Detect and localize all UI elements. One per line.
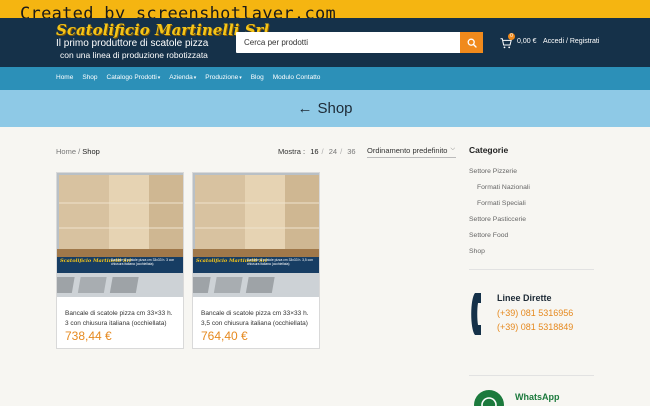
site-header: Scatolificio Martinelli Srl Il primo pro… (0, 18, 650, 67)
nav-list: Home Shop Catalogo Prodotti▾ Azienda▾ Produz… (56, 74, 320, 81)
category-item[interactable]: Shop (469, 244, 594, 260)
direct-lines-title: Linee Dirette (497, 293, 552, 303)
search-bar (236, 32, 483, 53)
nav-item-label: Blog (250, 74, 264, 81)
nav-item-label: Shop (82, 74, 98, 81)
image-banner-text: Bancale di scatole pizza cm 33x33 h. 3 c… (111, 258, 175, 266)
sidebar-divider (469, 375, 594, 376)
nav-item-azienda[interactable]: Azienda▾ (169, 74, 196, 81)
phone-number[interactable]: (+39) 081 5318849 (497, 322, 573, 332)
chevron-down-icon: ⌵ (450, 146, 455, 152)
per-page-option[interactable]: 24 (329, 147, 337, 156)
nav-item-produzione[interactable]: Produzione▾ (205, 74, 241, 81)
page-hero: ← Shop (0, 90, 650, 127)
cart-button[interactable]: 0 0,00 € (500, 33, 540, 49)
chevron-down-icon: ▾ (239, 75, 242, 81)
chevron-down-icon: ▾ (193, 75, 197, 81)
breadcrumb-separator: / (78, 147, 81, 156)
image-banner-text: Bancale di scatole pizza cm 33x33 h. 3,5… (247, 258, 313, 266)
whatsapp-glyph (481, 397, 497, 406)
nav-item-label: Produzione (205, 74, 239, 81)
product-price: 738,44 € (65, 329, 112, 343)
logo-subtitle: Il primo produttore di scatole pizza (56, 38, 209, 49)
page-title: ← Shop (297, 100, 352, 117)
categories-title: Categorie (469, 145, 509, 155)
breadcrumb-current: Shop (82, 147, 100, 156)
per-page-separator: / (340, 147, 343, 156)
cart-total: 0,00 € (517, 38, 537, 45)
nav-item-shop[interactable]: Shop (82, 74, 97, 81)
whatsapp-icon[interactable] (474, 390, 504, 406)
logo-subtitle-2: con una linea di produzione robotizzata (60, 50, 208, 60)
per-page-option[interactable]: 36 (347, 147, 355, 156)
product-image[interactable]: Scatolificio Martinelli Srl Bancale di s… (193, 173, 319, 297)
nav-item-label: Modulo Contatto (272, 74, 321, 81)
per-page-option[interactable]: 16 (310, 147, 318, 156)
product-name[interactable]: Bancale di scatole pizza cm 33×33 h. 3 c… (65, 309, 177, 329)
category-item[interactable]: Settore Pizzerie (469, 164, 594, 180)
page-title-text: Shop (317, 100, 353, 117)
product-image[interactable]: Scatolificio Martinelli Srl Bancale di s… (57, 173, 183, 297)
nav-item-catalogo-prodotti[interactable]: Catalogo Prodotti▾ (107, 74, 161, 81)
logo-title: Scatolificio Martinelli Srl (56, 21, 270, 39)
nav-item-home[interactable]: Home (56, 74, 73, 81)
site-logo[interactable]: Scatolificio Martinelli Srl Il primo pro… (56, 21, 270, 64)
search-icon (467, 38, 477, 48)
sidebar: Categorie Settore Pizzerie Formati Nazion… (469, 145, 594, 260)
nav-item-label: Home (56, 74, 74, 81)
per-page-separator: / (321, 147, 324, 156)
sidebar-divider (469, 269, 594, 270)
search-button[interactable] (460, 32, 483, 53)
nav-item-label: Catalogo Prodotti (106, 74, 157, 81)
breadcrumb-home[interactable]: Home (56, 147, 76, 156)
direct-lines-widget: Linee Dirette (+39) 081 5316956 (+39) 08… (469, 291, 594, 341)
product-card[interactable]: Scatolificio Martinelli Srl Bancale di s… (192, 172, 320, 349)
phone-icon (471, 293, 481, 335)
category-item[interactable]: Formati Nazionali (469, 180, 594, 196)
sort-value: Ordinamento predefinito (367, 146, 448, 155)
category-item[interactable]: Settore Pasticcerie (469, 212, 594, 228)
category-list: Settore Pizzerie Formati Nazionali Formati… (469, 164, 594, 260)
phone-number[interactable]: (+39) 081 5316956 (497, 308, 573, 318)
nav-item-label: Azienda (169, 74, 193, 81)
category-item[interactable]: Settore Food (469, 228, 594, 244)
nav-item-modulo-contatto[interactable]: Modulo Contatto (273, 74, 321, 81)
product-price: 764,40 € (201, 329, 248, 343)
main-nav: Home Shop Catalogo Prodotti▾ Azienda▾ Produz… (0, 67, 650, 90)
product-name[interactable]: Bancale di scatole pizza cm 33×33 h. 3,5… (201, 309, 313, 329)
breadcrumb: Home / Shop (56, 147, 100, 156)
arrow-left-icon[interactable]: ← (297, 100, 312, 117)
per-page-label: Mostra : (278, 147, 306, 156)
category-item[interactable]: Formati Speciali (469, 196, 594, 212)
nav-item-blog[interactable]: Blog (251, 74, 264, 81)
search-input[interactable] (236, 32, 460, 53)
chevron-down-icon: ▾ (157, 75, 161, 81)
product-card[interactable]: Scatolificio Martinelli Srl Bancale di s… (56, 172, 184, 349)
sort-select[interactable]: Ordinamento predefinito ⌵ (367, 141, 456, 158)
whatsapp-label[interactable]: WhatsApp (515, 392, 560, 402)
cart-count-badge: 0 (508, 33, 515, 40)
per-page-selector: Mostra : 16/ 24/ 36 (278, 147, 359, 156)
login-register-link[interactable]: Accedi / Registrati (543, 38, 599, 45)
